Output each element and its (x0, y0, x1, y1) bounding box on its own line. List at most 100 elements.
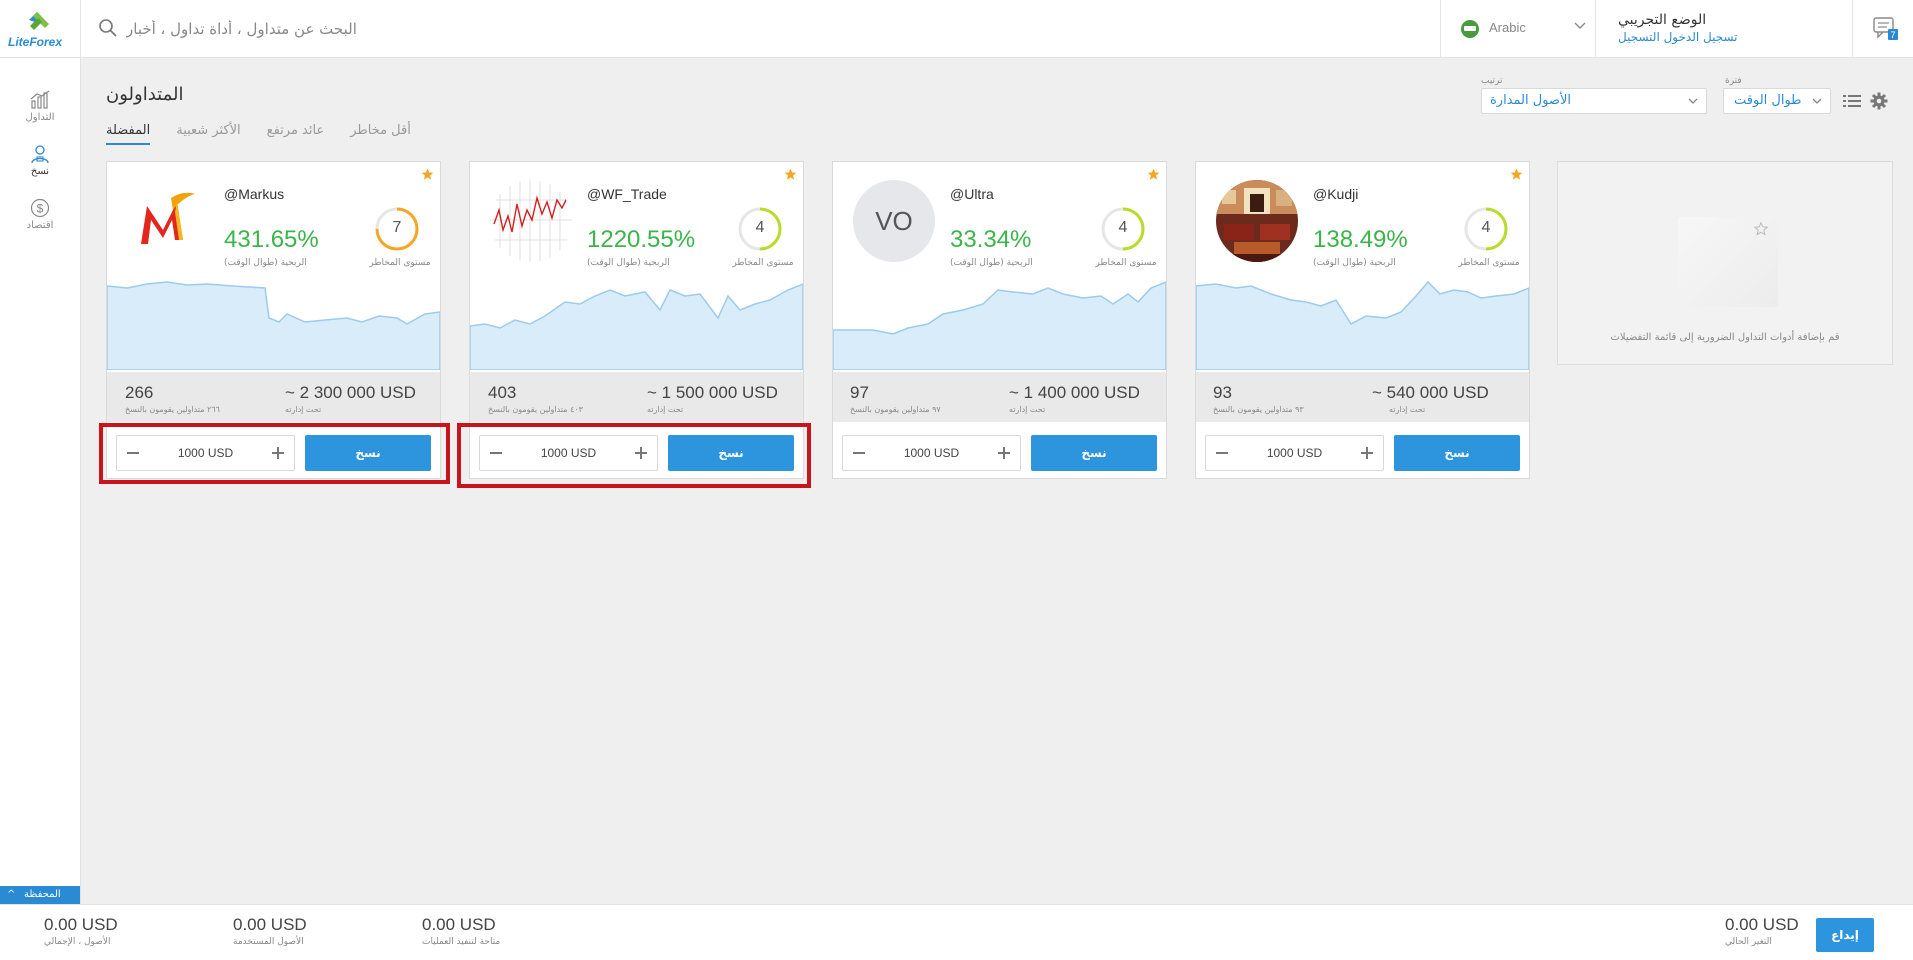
avatar (1216, 180, 1298, 262)
plus-icon[interactable] (1359, 445, 1375, 461)
sidebar-item-label: التداول (25, 112, 55, 123)
trader-card: VO @Ultra 33.34% الربحية (طوال الوقت) 4 … (832, 161, 1167, 479)
risk-score: 4 (1481, 219, 1491, 236)
chevron-down-icon (1812, 98, 1822, 104)
chevron-down-icon (1574, 22, 1586, 29)
user-copy-icon (31, 145, 49, 164)
messages-button[interactable]: 7 (1852, 0, 1913, 58)
risk-label: مستوى المخاطر (732, 258, 794, 268)
login-register-link[interactable]: تسجيل الدخول التسجيل (1618, 30, 1738, 44)
logo[interactable]: LiteForex (0, 0, 81, 58)
price-chart-avatar-icon (490, 180, 572, 262)
language-flag-icon (1461, 20, 1479, 38)
tab-high-return[interactable]: عائد مرتفع (267, 123, 325, 145)
avatar: VO (853, 180, 935, 262)
sort-value: الأصول المدارة (1490, 93, 1571, 108)
sidebar-item-trading[interactable]: التداول (0, 90, 80, 123)
sidebar-item-label: اقتصاد (26, 220, 54, 231)
favorite-star-icon[interactable] (1510, 168, 1523, 181)
chevron-down-icon (1688, 98, 1698, 104)
trader-handle[interactable]: @Markus (224, 186, 284, 202)
sidebar: التداول نسخ $ اقتصاد (0, 58, 81, 904)
performance-chart (107, 281, 440, 370)
plus-icon[interactable] (996, 445, 1012, 461)
search-input[interactable] (126, 14, 1426, 44)
managed-label: تحت إدارته (1009, 405, 1046, 414)
managed-label: تحت إدارته (285, 405, 322, 414)
risk-label: مستوى المخاطر (1458, 258, 1520, 268)
sort-select[interactable]: الأصول المدارة (1481, 88, 1707, 114)
managed-assets: ~ 2 300 000 USD (285, 383, 416, 402)
favorite-star-icon[interactable] (1147, 168, 1160, 181)
demo-mode-title: الوضع التجريبي (1618, 12, 1707, 28)
current-change-label: التغير الحالي (1725, 937, 1772, 947)
chart-icon (30, 90, 50, 109)
profit-label: الربحية (طوال الوقت) (224, 258, 307, 268)
copiers-count: 266 (125, 383, 154, 402)
trader-stats: 403 ٤٠٣ متداولين يقومون بالنسخ ~ 1 500 0… (470, 372, 803, 422)
used-assets-label: الأصول المستخدمة (233, 937, 304, 947)
managed-label: تحت إدارته (1389, 405, 1426, 414)
trader-handle[interactable]: @Kudji (1313, 186, 1358, 202)
trader-profit: 431.65% (224, 226, 319, 253)
chat-icon: 7 (1873, 17, 1898, 40)
tab-low-risk[interactable]: أقل مخاطر (350, 123, 411, 145)
favorite-star-icon[interactable] (784, 168, 797, 181)
highlight-box (457, 423, 811, 488)
total-assets-value: 0.00 USD (44, 915, 118, 934)
star-outline-icon (1754, 222, 1768, 236)
chevron-up-icon: ^ (7, 889, 16, 900)
used-assets: 0.00 USD الأصول المستخدمة (233, 915, 307, 947)
performance-chart (470, 283, 803, 370)
trader-tabs: المفضلة الأكثر شعبية عائد مرتفع أقل مخاط… (106, 123, 411, 145)
copy-amount-value[interactable]: 1000 USD (1206, 446, 1383, 460)
current-change: 0.00 USD التغير الحالي (1725, 915, 1799, 947)
placeholder-text: قم بإضافة أدوات التداول الضرورية إلى قائ… (1610, 332, 1840, 343)
managed-assets: ~ 1 500 000 USD (647, 383, 778, 402)
copiers-count: 97 (850, 383, 869, 402)
gear-icon[interactable] (1870, 92, 1888, 110)
copy-amount-stepper: 1000 USD (1205, 435, 1384, 471)
copy-amount-stepper: 1000 USD (842, 435, 1021, 471)
language-selector[interactable]: Arabic (1440, 0, 1596, 58)
trader-profit: 1220.55% (587, 226, 696, 253)
risk-label: مستوى المخاطر (369, 258, 431, 268)
trader-handle[interactable]: @WF_Trade (587, 186, 667, 202)
copy-button[interactable]: نسخ (1394, 435, 1520, 471)
copy-amount-value[interactable]: 1000 USD (843, 446, 1020, 460)
current-change-value: 0.00 USD (1725, 915, 1799, 934)
total-assets-label: الأصول ، الإجمالي (44, 937, 111, 947)
managed-assets: ~ 540 000 USD (1372, 383, 1489, 402)
trader-stats: 266 ٢٦٦ متداولين يقومون بالنسخ ~ 2 300 0… (107, 372, 440, 422)
managed-label: تحت إدارته (647, 405, 684, 414)
profit-label: الربحية (طوال الوقت) (1313, 258, 1396, 268)
available-assets-label: متاحة لتنفيذ العمليات (422, 937, 501, 947)
trader-card: @Kudji 138.49% الربحية (طوال الوقت) 4 مس… (1195, 161, 1530, 479)
copiers-label: ٩٧ متداولين يقومون بالنسخ (850, 405, 941, 414)
copiers-count: 93 (1213, 383, 1232, 402)
sidebar-item-copy[interactable]: نسخ (0, 144, 80, 177)
room-photo-avatar-icon (1216, 180, 1298, 262)
performance-chart (1196, 280, 1529, 370)
copy-button[interactable]: نسخ (1031, 435, 1157, 471)
period-caption: فترة (1725, 76, 1742, 86)
period-select[interactable]: طوال الوقت (1723, 88, 1831, 114)
tab-most-popular[interactable]: الأكثر شعبية (176, 123, 240, 145)
list-view-icon[interactable] (1843, 93, 1861, 109)
favorite-star-icon[interactable] (421, 168, 434, 181)
wallet-toggle[interactable]: ^ المحفظة (0, 886, 80, 904)
avatar (490, 180, 572, 262)
logo-text: LiteForex (8, 35, 63, 49)
add-favorites-placeholder[interactable]: قم بإضافة أدوات التداول الضرورية إلى قائ… (1557, 161, 1893, 365)
wallet-label: المحفظة (24, 889, 61, 900)
search-icon (99, 19, 117, 37)
trader-stats: 93 ٩٣ متداولين يقومون بالنسخ ~ 540 000 U… (1196, 372, 1529, 422)
dollar-icon: $ (30, 198, 50, 218)
deposit-button[interactable]: إيداع (1816, 918, 1874, 952)
performance-chart (833, 281, 1166, 370)
trader-handle[interactable]: @Ultra (950, 186, 994, 202)
tab-favorites[interactable]: المفضلة (106, 123, 151, 145)
sidebar-item-economy[interactable]: $ اقتصاد (0, 198, 80, 231)
logo-icon (29, 12, 49, 30)
copiers-label: ٤٠٣ متداولين يقومون بالنسخ (488, 405, 583, 414)
